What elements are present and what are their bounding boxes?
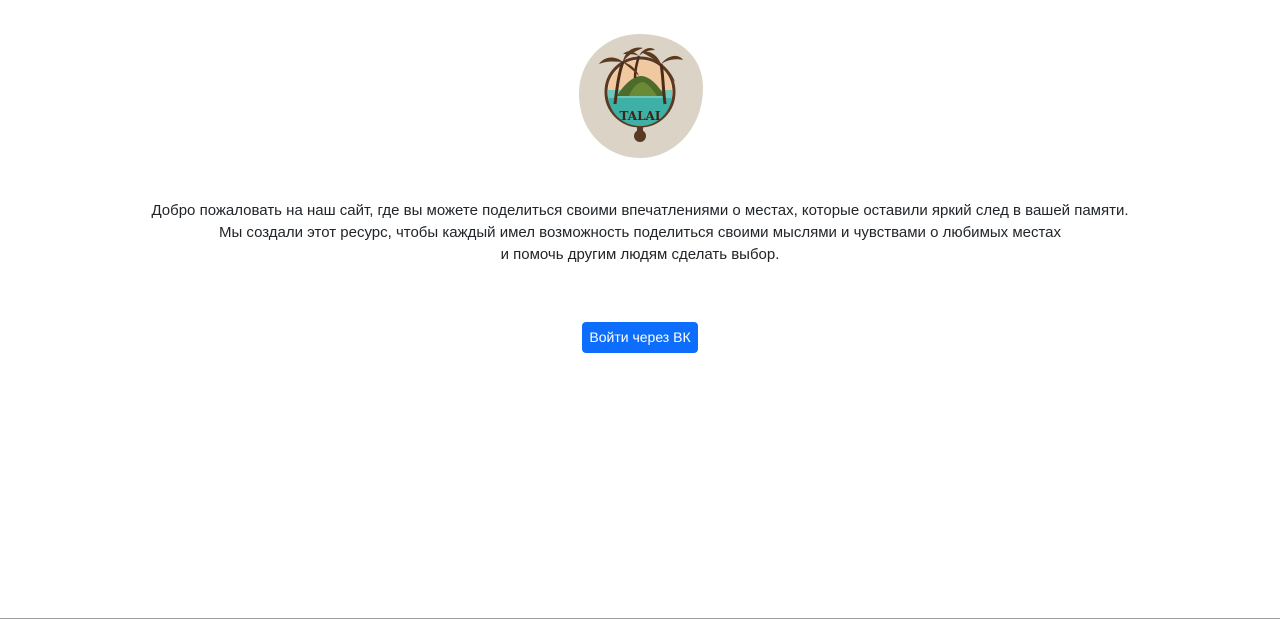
island-palm-logo-icon: TALAI: [579, 34, 703, 158]
logo-text: TALAI: [620, 109, 661, 123]
intro-line-1: Добро пожаловать на наш сайт, где вы мож…: [151, 202, 1129, 219]
vk-login-button[interactable]: Войти через ВК: [582, 322, 698, 353]
landing-page: TALAI Добро пожаловать на наш сайт, где …: [0, 0, 1280, 619]
intro-text: Добро пожаловать на наш сайт, где вы мож…: [0, 200, 1280, 266]
site-logo: TALAI: [577, 32, 703, 158]
intro-line-3: и помочь другим людям сделать выбор.: [500, 246, 780, 263]
intro-line-2: Мы создали этот ресурс, чтобы каждый име…: [218, 224, 1062, 241]
